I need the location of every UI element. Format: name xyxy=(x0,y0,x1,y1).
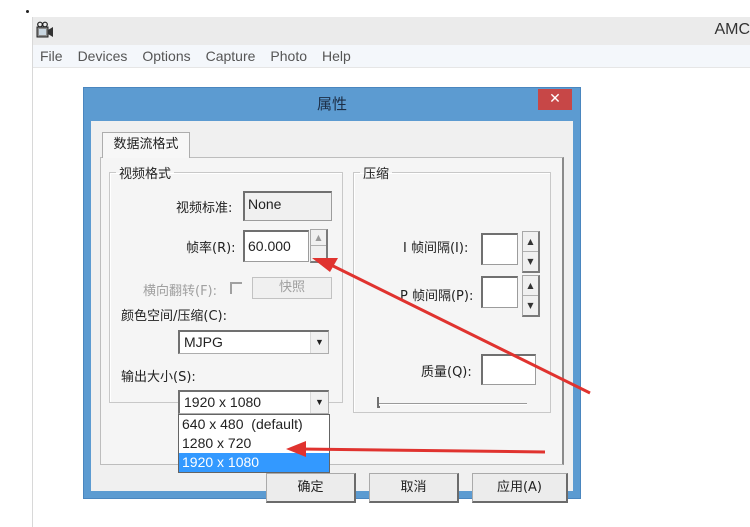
output-size-label: 输出大小(S): xyxy=(121,370,196,385)
camera-icon xyxy=(36,21,53,38)
menu-photo[interactable]: Photo xyxy=(270,48,307,64)
spin-down-icon[interactable]: ▼ xyxy=(523,296,538,316)
output-size-value: 1920 x 1080 xyxy=(184,394,262,410)
p-frame-input[interactable] xyxy=(481,276,518,308)
p-frame-label: P 帧间隔(P): xyxy=(400,289,474,304)
i-frame-spinner[interactable]: ▲ ▼ xyxy=(522,231,540,273)
spin-up-icon[interactable]: ▲ xyxy=(523,276,538,296)
menu-options[interactable]: Options xyxy=(142,48,190,64)
compression-legend: 压缩 xyxy=(363,167,390,182)
cancel-button[interactable]: 取消 xyxy=(369,473,459,503)
i-frame-label: I 帧间隔(I): xyxy=(403,241,469,256)
flip-checkbox[interactable] xyxy=(230,282,242,294)
quality-slider[interactable] xyxy=(377,397,529,411)
menubar: File Devices Options Capture Photo Help xyxy=(33,45,750,68)
colorspace-select[interactable]: MJPG ▼ xyxy=(178,330,329,354)
spin-down-icon[interactable]: ▼ xyxy=(523,252,538,272)
spin-up-icon[interactable]: ▲ xyxy=(523,232,538,252)
spin-up-icon[interactable]: ▲ xyxy=(311,230,326,246)
colorspace-label: 颜色空间/压缩(C): xyxy=(121,309,227,324)
dropdown-option[interactable]: 1280 x 720 xyxy=(179,434,329,453)
i-frame-input[interactable] xyxy=(481,233,518,265)
output-size-select[interactable]: 1920 x 1080 ▼ xyxy=(178,390,329,414)
slider-track xyxy=(377,403,527,405)
dropdown-option[interactable]: 640 x 480 (default) xyxy=(179,415,329,434)
menu-capture[interactable]: Capture xyxy=(206,48,256,64)
p-frame-spinner[interactable]: ▲ ▼ xyxy=(522,275,540,317)
quality-input[interactable] xyxy=(481,354,536,385)
close-icon: ✕ xyxy=(549,91,561,107)
video-format-legend: 视频格式 xyxy=(119,167,172,182)
output-size-dropdown: 640 x 480 (default) 1280 x 720 1920 x 10… xyxy=(178,414,330,473)
app-titlebar: AMC xyxy=(33,17,750,45)
close-button[interactable]: ✕ xyxy=(538,89,572,110)
tab-stream-format[interactable]: 数据流格式 xyxy=(102,132,190,158)
dropdown-option-selected[interactable]: 1920 x 1080 xyxy=(179,453,329,472)
chevron-down-icon[interactable]: ▼ xyxy=(310,332,328,353)
quality-label: 质量(Q): xyxy=(421,365,472,380)
apply-button[interactable]: 应用(A) xyxy=(472,473,568,503)
bullet-dot xyxy=(26,10,29,13)
chevron-down-icon[interactable]: ▼ xyxy=(310,392,328,413)
menu-help[interactable]: Help xyxy=(322,48,351,64)
snapshot-button[interactable]: 快照 xyxy=(252,277,332,299)
framerate-spinner[interactable]: ▲ xyxy=(310,229,328,263)
menu-devices[interactable]: Devices xyxy=(78,48,128,64)
dialog-title: 属性 xyxy=(316,95,347,113)
menu-file[interactable]: File xyxy=(40,48,63,64)
video-standard-field: None xyxy=(243,191,332,221)
framerate-input[interactable]: 60.000 xyxy=(243,230,309,262)
spin-down-icon[interactable] xyxy=(311,246,326,262)
colorspace-value: MJPG xyxy=(184,334,223,350)
framerate-label: 帧率(R): xyxy=(186,241,236,256)
flip-label: 横向翻转(F): xyxy=(143,284,218,299)
video-standard-label: 视频标准: xyxy=(176,201,233,216)
ok-button[interactable]: 确定 xyxy=(266,473,356,503)
app-title: AMC xyxy=(714,21,750,38)
slider-thumb[interactable] xyxy=(377,397,380,408)
